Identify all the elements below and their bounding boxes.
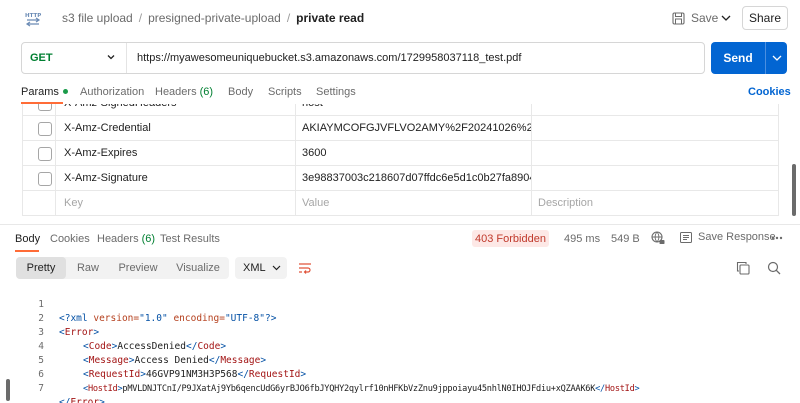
status-badge[interactable]: 403 Forbidden <box>472 230 549 247</box>
new-param-description[interactable]: Description <box>532 191 779 216</box>
params-active-dot <box>62 88 68 94</box>
view-raw-button[interactable]: Raw <box>68 257 108 279</box>
cookies-link[interactable]: Cookies <box>748 86 791 98</box>
new-param-value[interactable]: Value <box>296 191 532 216</box>
view-visualize-button[interactable]: Visualize <box>168 257 228 279</box>
format-select[interactable]: XML <box>235 257 287 279</box>
save-button[interactable]: Save <box>672 8 718 28</box>
share-button[interactable]: Share <box>742 6 788 30</box>
code-line: 4 <Message>Access Denied</Message> <box>38 341 267 366</box>
send-button[interactable]: Send <box>711 42 765 74</box>
method-select[interactable]: GET <box>30 52 53 64</box>
view-pretty-button[interactable]: Pretty <box>16 257 66 279</box>
code-line: 3 <Code>AccessDenied</Code> <box>38 327 227 352</box>
param-key[interactable]: X-Amz-Signature <box>56 166 296 191</box>
save-label: Save <box>691 11 719 25</box>
param-key[interactable]: X-Amz-Credential <box>56 116 296 141</box>
param-checkbox[interactable] <box>38 122 52 136</box>
response-tab-body[interactable]: Body <box>15 233 40 245</box>
active-tab-indicator <box>15 250 39 252</box>
table-row-new: Key Value Description <box>22 191 779 216</box>
response-tab-cookies[interactable]: Cookies <box>50 233 90 245</box>
tab-headers[interactable]: Headers (6) <box>155 86 213 98</box>
scrollbar[interactable] <box>6 379 10 401</box>
request-tabs: Params Authorization Headers (6) Body Sc… <box>0 80 800 106</box>
save-icon <box>672 11 685 25</box>
http-request-icon: HTTP <box>25 13 41 27</box>
breadcrumb: s3 file upload / presigned-private-uploa… <box>62 11 365 25</box>
save-response-icon <box>680 231 692 243</box>
param-checkbox[interactable] <box>38 147 52 161</box>
breadcrumb-folder[interactable]: presigned-private-upload <box>148 11 281 25</box>
save-response-button[interactable]: Save Response <box>680 231 776 243</box>
scrollbar[interactable] <box>792 164 796 216</box>
table-row: X-Amz-Expires 3600 <box>22 141 779 166</box>
param-value[interactable]: 3e98837003c218607d07ffdc6e5d1c0b27fa8904… <box>296 166 532 191</box>
tab-scripts[interactable]: Scripts <box>268 86 302 98</box>
request-name[interactable]: private read <box>296 11 364 25</box>
send-options-button[interactable] <box>765 42 787 74</box>
copy-icon[interactable] <box>736 261 750 275</box>
url-input[interactable]: https://myawesomeuniquebucket.s3.amazona… <box>137 52 521 64</box>
new-param-key[interactable]: Key <box>56 191 296 216</box>
response-size[interactable]: 549 B <box>611 233 640 245</box>
table-row: X-Amz-Credential AKIAYMCOFGJVFLVO2AMY%2F… <box>22 116 779 141</box>
chevron-down-icon[interactable] <box>106 52 116 62</box>
param-value[interactable]: host <box>296 104 532 116</box>
code-line: 7 </Error> <box>38 383 105 403</box>
code-line: 1 <?xml version="1.0" encoding="UTF-8"?> <box>38 299 277 324</box>
tab-params[interactable]: Params <box>21 86 68 98</box>
save-options-button[interactable] <box>716 8 736 28</box>
tab-body[interactable]: Body <box>228 86 253 98</box>
param-description[interactable] <box>532 141 779 166</box>
svg-text:HTTP: HTTP <box>25 13 41 19</box>
globe-lock-icon[interactable] <box>651 231 665 245</box>
table-row: X-Amz-Signature 3e98837003c218607d07ffdc… <box>22 166 779 191</box>
tab-authorization[interactable]: Authorization <box>80 86 144 98</box>
view-preview-button[interactable]: Preview <box>110 257 166 279</box>
breadcrumb-collection[interactable]: s3 file upload <box>62 11 133 25</box>
chevron-down-icon <box>272 265 281 271</box>
param-description[interactable] <box>532 166 779 191</box>
tab-settings[interactable]: Settings <box>316 86 356 98</box>
table-row: X-Amz-SignedHeaders host <box>22 104 779 116</box>
body-view-modes: Pretty Raw Preview Visualize <box>16 257 229 279</box>
param-checkbox[interactable] <box>38 104 52 111</box>
header-bar: HTTP s3 file upload / presigned-private-… <box>0 0 800 36</box>
param-key[interactable]: X-Amz-SignedHeaders <box>56 104 296 116</box>
response-tab-headers[interactable]: Headers (6) <box>97 233 155 245</box>
code-line: 6 <HostId>pMVLDNJTCnI/P9JXatAj9Yb6qencUd… <box>38 369 640 394</box>
pane-divider[interactable] <box>0 224 800 225</box>
param-value[interactable]: 3600 <box>296 141 532 166</box>
code-line: 2 <Error> <box>38 313 100 338</box>
chevron-down-icon <box>772 55 781 61</box>
param-description[interactable] <box>532 116 779 141</box>
response-time[interactable]: 495 ms <box>564 233 600 245</box>
more-options-icon[interactable] <box>770 231 784 245</box>
param-description[interactable] <box>532 104 779 116</box>
wrap-lines-button[interactable] <box>292 257 318 279</box>
param-value[interactable]: AKIAYMCOFGJVFLVO2AMY%2F20241026%2Fus-e..… <box>296 116 532 141</box>
chevron-down-icon <box>721 15 731 21</box>
wrap-lines-icon <box>299 263 311 274</box>
search-icon[interactable] <box>767 261 781 275</box>
param-key[interactable]: X-Amz-Expires <box>56 141 296 166</box>
param-checkbox[interactable] <box>38 172 52 186</box>
params-table: X-Amz-SignedHeaders host X-Amz-Credentia… <box>0 104 800 216</box>
url-bar: GET https://myawesomeuniquebucket.s3.ama… <box>21 42 705 74</box>
code-line: 5 <RequestId>46GVP91NM3H3P568</RequestId… <box>38 355 307 380</box>
response-tab-test-results[interactable]: Test Results <box>160 233 220 245</box>
